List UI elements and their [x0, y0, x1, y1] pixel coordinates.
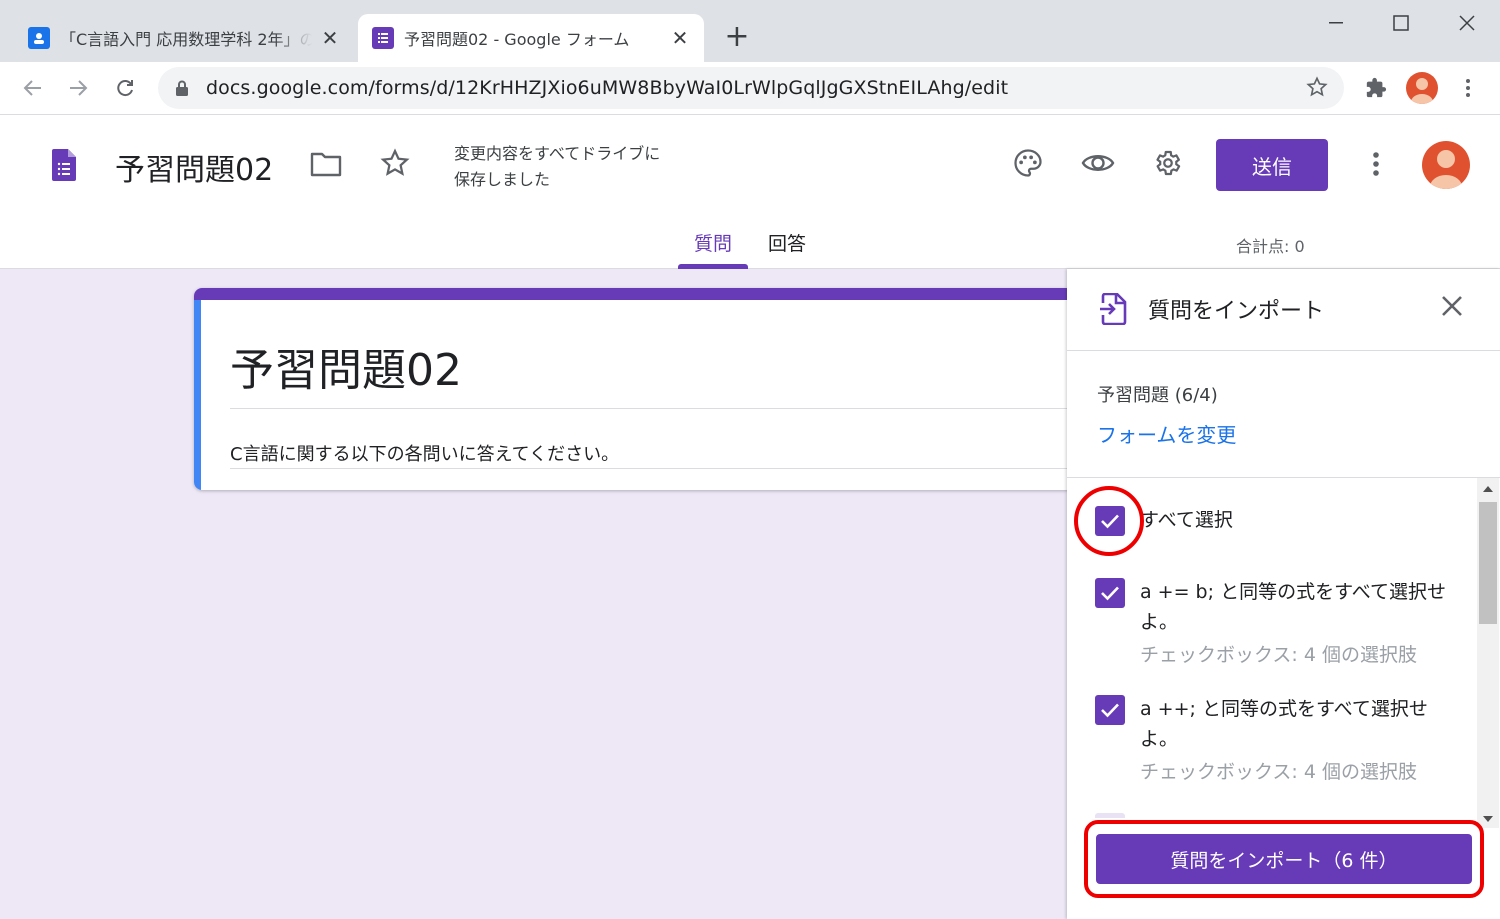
form-title-card[interactable]: 予習問題02 C言語に関する以下の各問いに答えてください。: [194, 288, 1074, 490]
profile-avatar[interactable]: [1406, 72, 1438, 104]
address-bar[interactable]: docs.google.com/forms/d/12KrHHZJXio6uMW8…: [158, 67, 1344, 109]
palette-icon[interactable]: [1008, 143, 1048, 183]
panel-scrollbar[interactable]: [1477, 478, 1499, 828]
close-icon[interactable]: ✕: [320, 28, 340, 48]
question-type: チェックボックス: 4 個の選択肢: [1140, 761, 1417, 783]
forward-icon[interactable]: [63, 73, 93, 103]
close-panel-icon[interactable]: [1437, 291, 1467, 321]
back-icon[interactable]: [18, 73, 48, 103]
scrollbar-thumb[interactable]: [1479, 502, 1497, 624]
browser-menu-icon[interactable]: [1453, 73, 1483, 103]
tab-questions[interactable]: 質問: [694, 229, 732, 256]
tab-title: 予習問題02 - Google フォーム: [404, 30, 630, 49]
total-points: 合計点: 0: [1236, 237, 1305, 256]
question-text[interactable]: a ++; と同等の式をすべて選択せよ。: [1140, 694, 1450, 754]
lock-icon: [176, 80, 188, 100]
panel-header: 質問をインポート: [1067, 269, 1500, 351]
question-checkbox[interactable]: [1095, 695, 1125, 725]
card-focus-bar: [194, 300, 201, 490]
account-avatar[interactable]: [1422, 141, 1470, 189]
forms-logo-icon[interactable]: [52, 149, 76, 185]
save-status-line2: 保存しました: [454, 170, 551, 189]
question-text[interactable]: a += b; と同等の式をすべて選択せよ。: [1140, 577, 1450, 637]
question-type: チェックボックス: 4 個の選択肢: [1140, 644, 1417, 666]
panel-title: 質問をインポート: [1148, 299, 1325, 324]
bookmark-star-icon[interactable]: [1306, 76, 1328, 102]
close-icon[interactable]: ✕: [670, 28, 690, 48]
save-status: 変更内容をすべてドライブに 保存しました: [454, 141, 660, 193]
browser-toolbar: docs.google.com/forms/d/12KrHHZJXio6uMW8…: [0, 62, 1500, 115]
save-status-line1: 変更内容をすべてドライブに: [454, 144, 661, 163]
url-text: docs.google.com/forms/d/12KrHHZJXio6uMW8…: [206, 77, 1009, 99]
import-icon: [1099, 292, 1127, 329]
card-title-input[interactable]: 予習問題02: [230, 334, 1074, 409]
extensions-icon[interactable]: [1361, 73, 1391, 103]
minimize-icon[interactable]: [1316, 10, 1356, 36]
source-form-name: 予習問題 (6/4): [1097, 385, 1218, 406]
classroom-icon: [28, 27, 50, 49]
change-form-link[interactable]: フォームを変更: [1097, 419, 1236, 448]
settings-gear-icon[interactable]: [1147, 143, 1187, 183]
question-checkbox[interactable]: [1095, 813, 1125, 818]
send-button[interactable]: 送信: [1216, 139, 1328, 191]
tab-responses[interactable]: 回答: [768, 229, 806, 256]
star-icon[interactable]: [380, 148, 410, 182]
maximize-icon[interactable]: [1381, 10, 1421, 36]
annotation-circle: [1074, 486, 1144, 556]
browser-tab-classroom[interactable]: 「C言語入門 応用数理学科 2年」の ✕: [14, 14, 354, 62]
description-underline: [230, 468, 1074, 469]
form-title[interactable]: 予習問題02: [115, 145, 273, 189]
more-menu-icon[interactable]: [1356, 144, 1396, 184]
preview-eye-icon[interactable]: [1078, 143, 1118, 183]
question-checkbox[interactable]: [1095, 578, 1125, 608]
folder-icon[interactable]: [310, 151, 342, 181]
forms-icon: [372, 27, 394, 49]
forms-header: 予習問題02 変更内容をすべてドライブに 保存しました 送信 質問 回答 合計点…: [0, 115, 1500, 269]
tab-title: 「C言語入門 応用数理学科 2年」の: [60, 30, 312, 49]
card-description-input[interactable]: C言語に関する以下の各問いに答えてください。: [230, 440, 619, 466]
window-close-icon[interactable]: [1447, 10, 1487, 36]
select-all-label[interactable]: すべて選択: [1140, 505, 1450, 535]
annotation-rectangle: [1084, 820, 1484, 898]
reload-icon[interactable]: [110, 73, 140, 103]
card-accent-bar: [194, 288, 1074, 300]
new-tab-button[interactable]: +: [722, 22, 752, 52]
browser-tab-forms[interactable]: 予習問題02 - Google フォーム ✕: [358, 14, 704, 62]
browser-tabstrip: 「C言語入門 応用数理学科 2年」の ✕ 予習問題02 - Google フォー…: [0, 0, 1500, 62]
